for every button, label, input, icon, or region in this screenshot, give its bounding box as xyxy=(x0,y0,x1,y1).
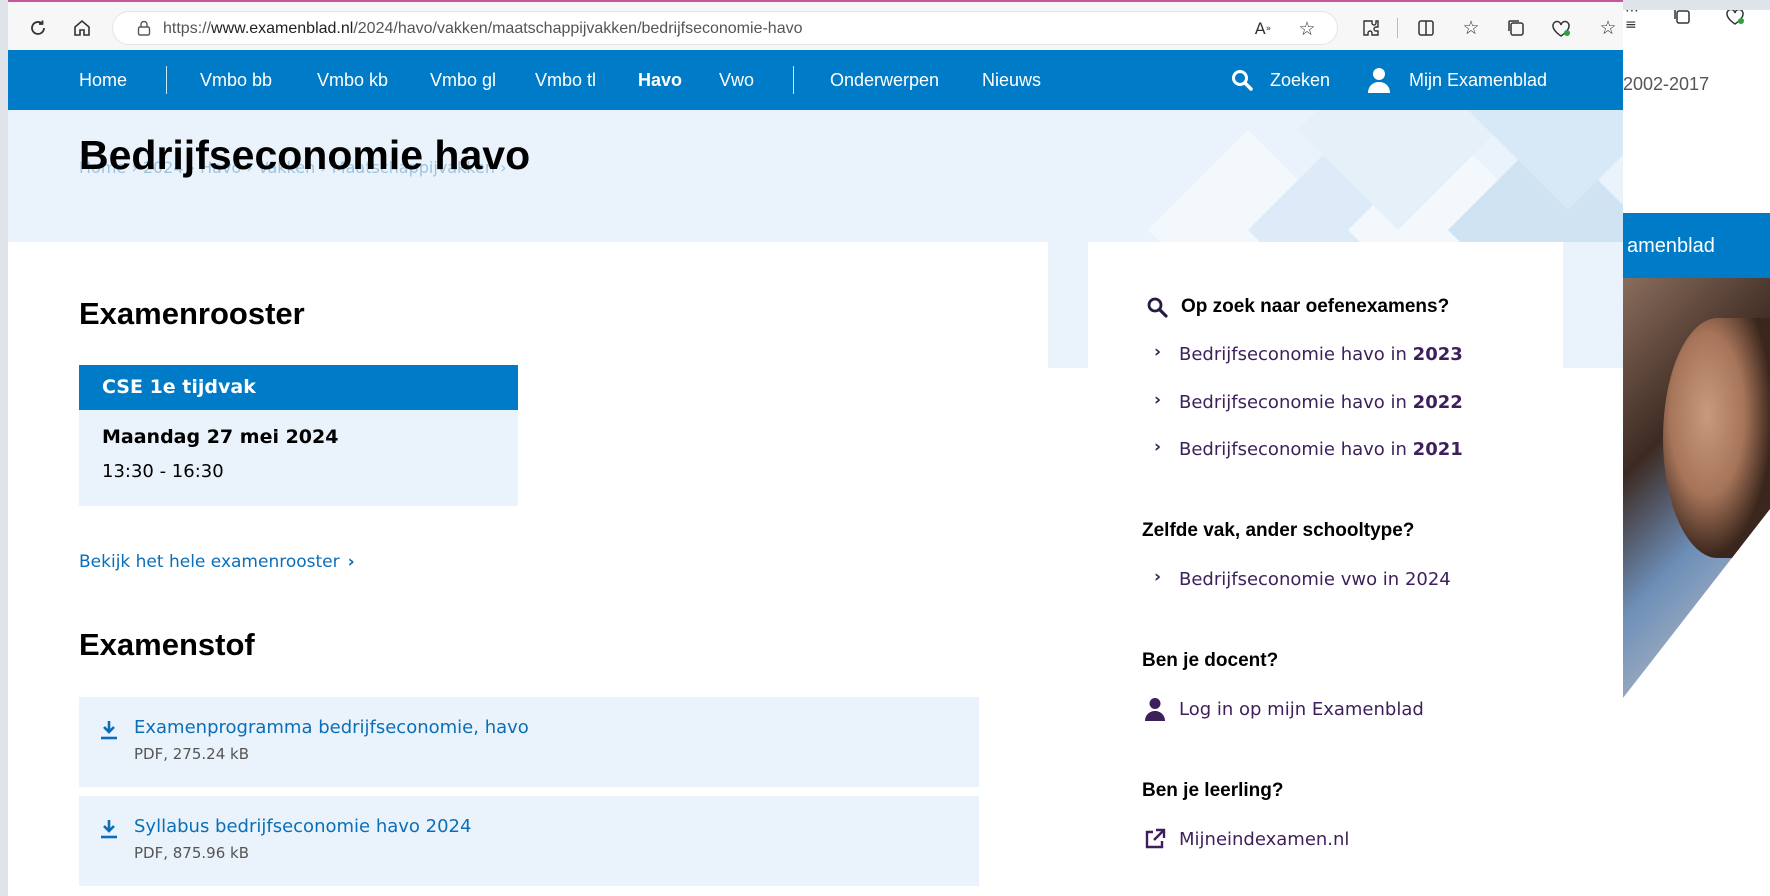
file-meta: PDF, 275.24 kB xyxy=(134,745,249,763)
browser-toolbar: https://www.examenblad.nl/2024/havo/vakk… xyxy=(8,0,1623,50)
tab-essentials-icon[interactable] xyxy=(1723,10,1747,28)
page-title: Bedrijfseconomie havo xyxy=(79,132,531,178)
full-schedule-link-text: Bekijk het hele examenrooster xyxy=(79,552,340,572)
favorite-star-icon[interactable]: ☆ xyxy=(1295,17,1319,41)
background-photo-figure xyxy=(1663,318,1770,558)
vwo-link[interactable]: Bedrijfseconomie vwo in 2024 xyxy=(1179,569,1451,590)
user-icon[interactable] xyxy=(1367,67,1391,93)
extensions-icon[interactable] xyxy=(1359,16,1383,40)
background-banner-title: amenblad xyxy=(1627,235,1715,257)
nav-separator xyxy=(793,66,794,94)
read-aloud-icon[interactable]: A» xyxy=(1251,17,1275,41)
search-icon xyxy=(1147,297,1168,318)
search-link[interactable]: Zoeken xyxy=(1270,70,1330,91)
leerling-heading: Ben je leerling? xyxy=(1142,780,1284,801)
nav-nieuws[interactable]: Nieuws xyxy=(982,70,1041,91)
full-schedule-link[interactable]: Bekijk het hele examenrooster › xyxy=(79,552,355,572)
refresh-icon[interactable] xyxy=(26,16,50,40)
background-white-area xyxy=(1623,698,1770,896)
lock-icon[interactable] xyxy=(135,19,153,37)
oefenexamen-link-2022[interactable]: Bedrijfseconomie havo in 2022 xyxy=(1179,392,1463,413)
nav-havo[interactable]: Havo xyxy=(638,70,682,91)
main-navigation: Home Vmbo bb Vmbo kb Vmbo gl Vmbo tl Hav… xyxy=(8,50,1623,110)
chevron-right-icon: › xyxy=(1154,342,1162,362)
chevron-right-icon: › xyxy=(1154,567,1162,587)
favorites-bar-icon[interactable]: ☆ xyxy=(1596,16,1620,40)
toolbar-divider xyxy=(1397,18,1398,38)
chevron-right-icon: › xyxy=(1154,390,1162,410)
nav-vwo[interactable]: Vwo xyxy=(719,70,754,91)
exam-time: 13:30 - 16:30 xyxy=(102,461,224,482)
exam-date: Maandag 27 mei 2024 xyxy=(102,426,339,448)
chevron-right-icon: › xyxy=(1154,437,1162,457)
nav-separator xyxy=(166,66,167,94)
docent-login-link[interactable]: Log in op mijn Examenblad xyxy=(1179,699,1424,720)
nav-onderwerpen[interactable]: Onderwerpen xyxy=(830,70,939,91)
tab-actions-icon[interactable]: ⋯≡ xyxy=(1625,10,1649,32)
browser-essentials-icon[interactable] xyxy=(1549,16,1573,40)
download-icon xyxy=(101,721,117,740)
nav-home[interactable]: Home xyxy=(79,70,127,91)
nav-vmbo-bb[interactable]: Vmbo bb xyxy=(200,70,272,91)
nav-vmbo-gl[interactable]: Vmbo gl xyxy=(430,70,496,91)
exam-card-header: CSE 1e tijdvak xyxy=(79,365,518,410)
docent-heading: Ben je docent? xyxy=(1142,650,1279,671)
exam-period-label: CSE 1e tijdvak xyxy=(102,376,256,398)
download-icon xyxy=(101,820,117,839)
page-header: Home › 2024 › Havo › Vakken › Maatschapp… xyxy=(8,110,1623,242)
mijneindexamen-link[interactable]: Mijneindexamen.nl xyxy=(1179,829,1349,850)
split-screen-icon[interactable] xyxy=(1414,16,1438,40)
chevron-right-icon: › xyxy=(347,552,355,572)
hero-decoration xyxy=(1148,110,1623,242)
address-bar[interactable]: https://www.examenblad.nl/2024/havo/vakk… xyxy=(112,11,1338,45)
external-link-icon xyxy=(1145,828,1166,849)
my-account-link[interactable]: Mijn Examenblad xyxy=(1409,70,1547,91)
schooltype-heading: Zelfde vak, ander schooltype? xyxy=(1142,520,1415,541)
background-photo xyxy=(1623,278,1770,698)
background-banner: amenblad xyxy=(1623,213,1770,278)
oefenexamen-link-2021[interactable]: Bedrijfseconomie havo in 2021 xyxy=(1179,439,1463,460)
home-icon[interactable] xyxy=(70,16,94,40)
nav-vmbo-kb[interactable]: Vmbo kb xyxy=(317,70,388,91)
examenrooster-heading: Examenrooster xyxy=(79,296,305,331)
download-title[interactable]: Examenprogramma bedrijfseconomie, havo xyxy=(134,717,529,738)
collections-icon[interactable] xyxy=(1504,16,1528,40)
search-icon[interactable] xyxy=(1231,69,1253,91)
examenstof-heading: Examenstof xyxy=(79,627,255,662)
background-years-text: 2002-2017 xyxy=(1623,74,1710,94)
oefenexamens-heading: Op zoek naar oefenexamens? xyxy=(1181,296,1450,317)
nav-vmbo-tl[interactable]: Vmbo tl xyxy=(535,70,596,91)
download-item[interactable]: Examenprogramma bedrijfseconomie, havo P… xyxy=(79,697,979,787)
file-meta: PDF, 875.96 kB xyxy=(134,844,249,862)
exam-schedule-card: CSE 1e tijdvak Maandag 27 mei 2024 13:30… xyxy=(79,365,518,506)
tab-collections-icon[interactable] xyxy=(1670,10,1694,28)
user-icon xyxy=(1145,698,1165,721)
favorites-icon[interactable]: ☆ xyxy=(1459,16,1483,40)
url-text[interactable]: https://www.examenblad.nl/2024/havo/vakk… xyxy=(163,20,802,38)
download-item[interactable]: Syllabus bedrijfseconomie havo 2024 PDF,… xyxy=(79,796,979,886)
background-window: 2002-2017 amenblad ⋯≡ xyxy=(1623,10,1770,896)
download-title[interactable]: Syllabus bedrijfseconomie havo 2024 xyxy=(134,816,471,837)
oefenexamen-link-2023[interactable]: Bedrijfseconomie havo in 2023 xyxy=(1179,344,1463,365)
web-page: Home › 2024 › Havo › Vakken › Maatschapp… xyxy=(8,50,1623,896)
